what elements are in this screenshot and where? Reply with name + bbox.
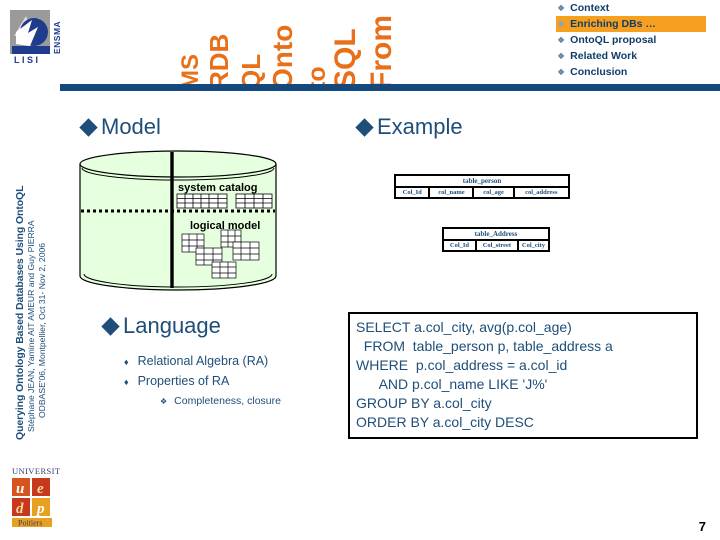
- table-column: Col_Id: [396, 188, 431, 197]
- system-catalog-label: system catalog: [178, 182, 258, 194]
- language-bullet-label: Properties of RA: [137, 374, 230, 388]
- ensma-logo-text: ENSMA: [52, 21, 62, 54]
- agenda-item-context[interactable]: ◆ Context: [556, 0, 706, 16]
- agenda-item-related-work[interactable]: ◆ Related Work: [556, 48, 706, 64]
- database-cylinder-diagram: system catalog logical model: [78, 150, 278, 295]
- title-word-0: From: [365, 15, 398, 90]
- diamond-bullet-icon: [79, 117, 98, 137]
- title-word-5: RDB: [204, 33, 234, 90]
- svg-text:d: d: [16, 501, 24, 517]
- section-heading-label: Model: [101, 114, 161, 139]
- svg-text:p: p: [35, 501, 45, 517]
- sql-query-line: ORDER BY a.col_city DESC: [356, 414, 534, 430]
- poitiers-logo-text: Poitiers: [18, 519, 42, 528]
- poitiers-universite-text: UNIVERSITÉ: [12, 466, 60, 476]
- section-heading-label: Language: [123, 313, 221, 338]
- table-column: col_age: [474, 188, 515, 197]
- table-column: col_address: [525, 189, 558, 196]
- sql-query-line: GROUP BY a.col_city: [356, 395, 492, 411]
- table-columns-row: Col_Id Col_street Col_city: [444, 241, 548, 250]
- agenda-item-enriching-dbs[interactable]: ◆ Enriching DBs …: [556, 16, 706, 32]
- agenda-item-label: Context: [570, 2, 610, 14]
- section-heading-model: Model: [79, 114, 161, 140]
- diamond-bullet-icon: ◆: [558, 35, 565, 44]
- slide-canvas: LISI ENSMA From SQL to Onto QL RDB MS ◆ …: [0, 0, 720, 540]
- language-bullet-label: Relational Algebra (RA): [137, 354, 269, 368]
- svg-text:u: u: [16, 481, 24, 497]
- title-word-3: Onto: [267, 24, 298, 90]
- agenda-item-ontoql-proposal[interactable]: ◆ OntoQL proposal: [556, 32, 706, 48]
- sql-query-box: SELECT a.col_city, avg(p.col_age) FROM t…: [348, 312, 698, 439]
- sql-query-line: SELECT a.col_city, avg(p.col_age): [356, 319, 572, 335]
- section-heading-example: Example: [355, 114, 463, 140]
- language-sub-bullet-label: Completeness, closure: [174, 395, 281, 407]
- diamond-bullet-icon: [355, 117, 374, 137]
- logical-model-label: logical model: [190, 220, 261, 232]
- language-bullet-item: ♦ Relational Algebra (RA): [124, 352, 354, 372]
- sql-query-line: WHERE p.col_address = a.col_id: [356, 357, 568, 373]
- diamond-bullet-icon: ◆: [558, 19, 565, 28]
- sql-query-line: FROM table_person p, table_address a: [356, 338, 613, 354]
- agenda-item-label: OntoQL proposal: [570, 34, 657, 46]
- lisi-ensma-logo: LISI ENSMA: [8, 6, 66, 76]
- diamond-bullet-icon: ♦: [124, 377, 129, 387]
- universite-poitiers-logo: UNIVERSITÉ u e d p Poitiers: [8, 460, 66, 530]
- sidebar-footer-text: Querying Ontology Based Databases Using …: [14, 130, 60, 440]
- diamond-bullet-icon: [101, 316, 120, 336]
- sidebar-paper-title: Querying Ontology Based Databases Using …: [14, 185, 26, 440]
- agenda-item-label: Related Work: [570, 50, 638, 62]
- language-sub-bullet-item: ❖ Completeness, closure: [160, 392, 354, 411]
- table-address-schema: table_Address Col_Id Col_street Col_city: [442, 227, 550, 252]
- diamond-bullet-icon: ◆: [558, 3, 565, 12]
- table-column: col_name: [430, 188, 475, 197]
- page-number: 7: [698, 519, 706, 534]
- diamond-bullet-icon: ♦: [124, 357, 129, 367]
- agenda-item-conclusion[interactable]: ◆ Conclusion: [556, 64, 706, 80]
- sidebar-venue: ODBASE'06, Montpellier, Oct 31- Nov 2, 2…: [37, 242, 47, 418]
- language-bullet-list: ♦ Relational Algebra (RA) ♦ Properties o…: [124, 352, 354, 411]
- table-column: Col_street: [477, 241, 519, 250]
- slide-title: From SQL to Onto QL RDB MS: [177, 0, 435, 90]
- svg-text:e: e: [37, 481, 44, 497]
- diamond-bullet-icon: ◆: [558, 51, 565, 60]
- header-divider: [60, 84, 720, 91]
- diamond-outline-bullet-icon: ❖: [160, 397, 168, 406]
- table-name: table_Address: [444, 229, 548, 241]
- table-columns-row: Col_Id col_name col_age col_address: [396, 188, 568, 197]
- table-person-schema: table_person Col_Id col_name col_age col…: [394, 174, 570, 199]
- agenda-item-label: Conclusion: [570, 66, 628, 78]
- lisi-logo-text: LISI: [14, 55, 41, 65]
- title-word-1: SQL: [329, 28, 362, 90]
- sql-query-line: AND p.col_name LIKE 'J%': [356, 376, 548, 392]
- section-heading-language: Language: [101, 313, 221, 339]
- table-column: Col_city: [521, 242, 545, 249]
- language-bullet-item: ♦ Properties of RA: [124, 372, 354, 392]
- agenda-item-label: Enriching DBs …: [570, 18, 656, 30]
- section-heading-label: Example: [377, 114, 463, 139]
- agenda-list: ◆ Context ◆ Enriching DBs … ◆ OntoQL pro…: [556, 0, 706, 80]
- sidebar-authors: Stéphane JEAN, Yamine AIT AMEUR and Guy …: [26, 220, 36, 432]
- diamond-bullet-icon: ◆: [558, 67, 565, 76]
- table-column: Col_Id: [444, 241, 477, 250]
- table-name: table_person: [396, 176, 568, 188]
